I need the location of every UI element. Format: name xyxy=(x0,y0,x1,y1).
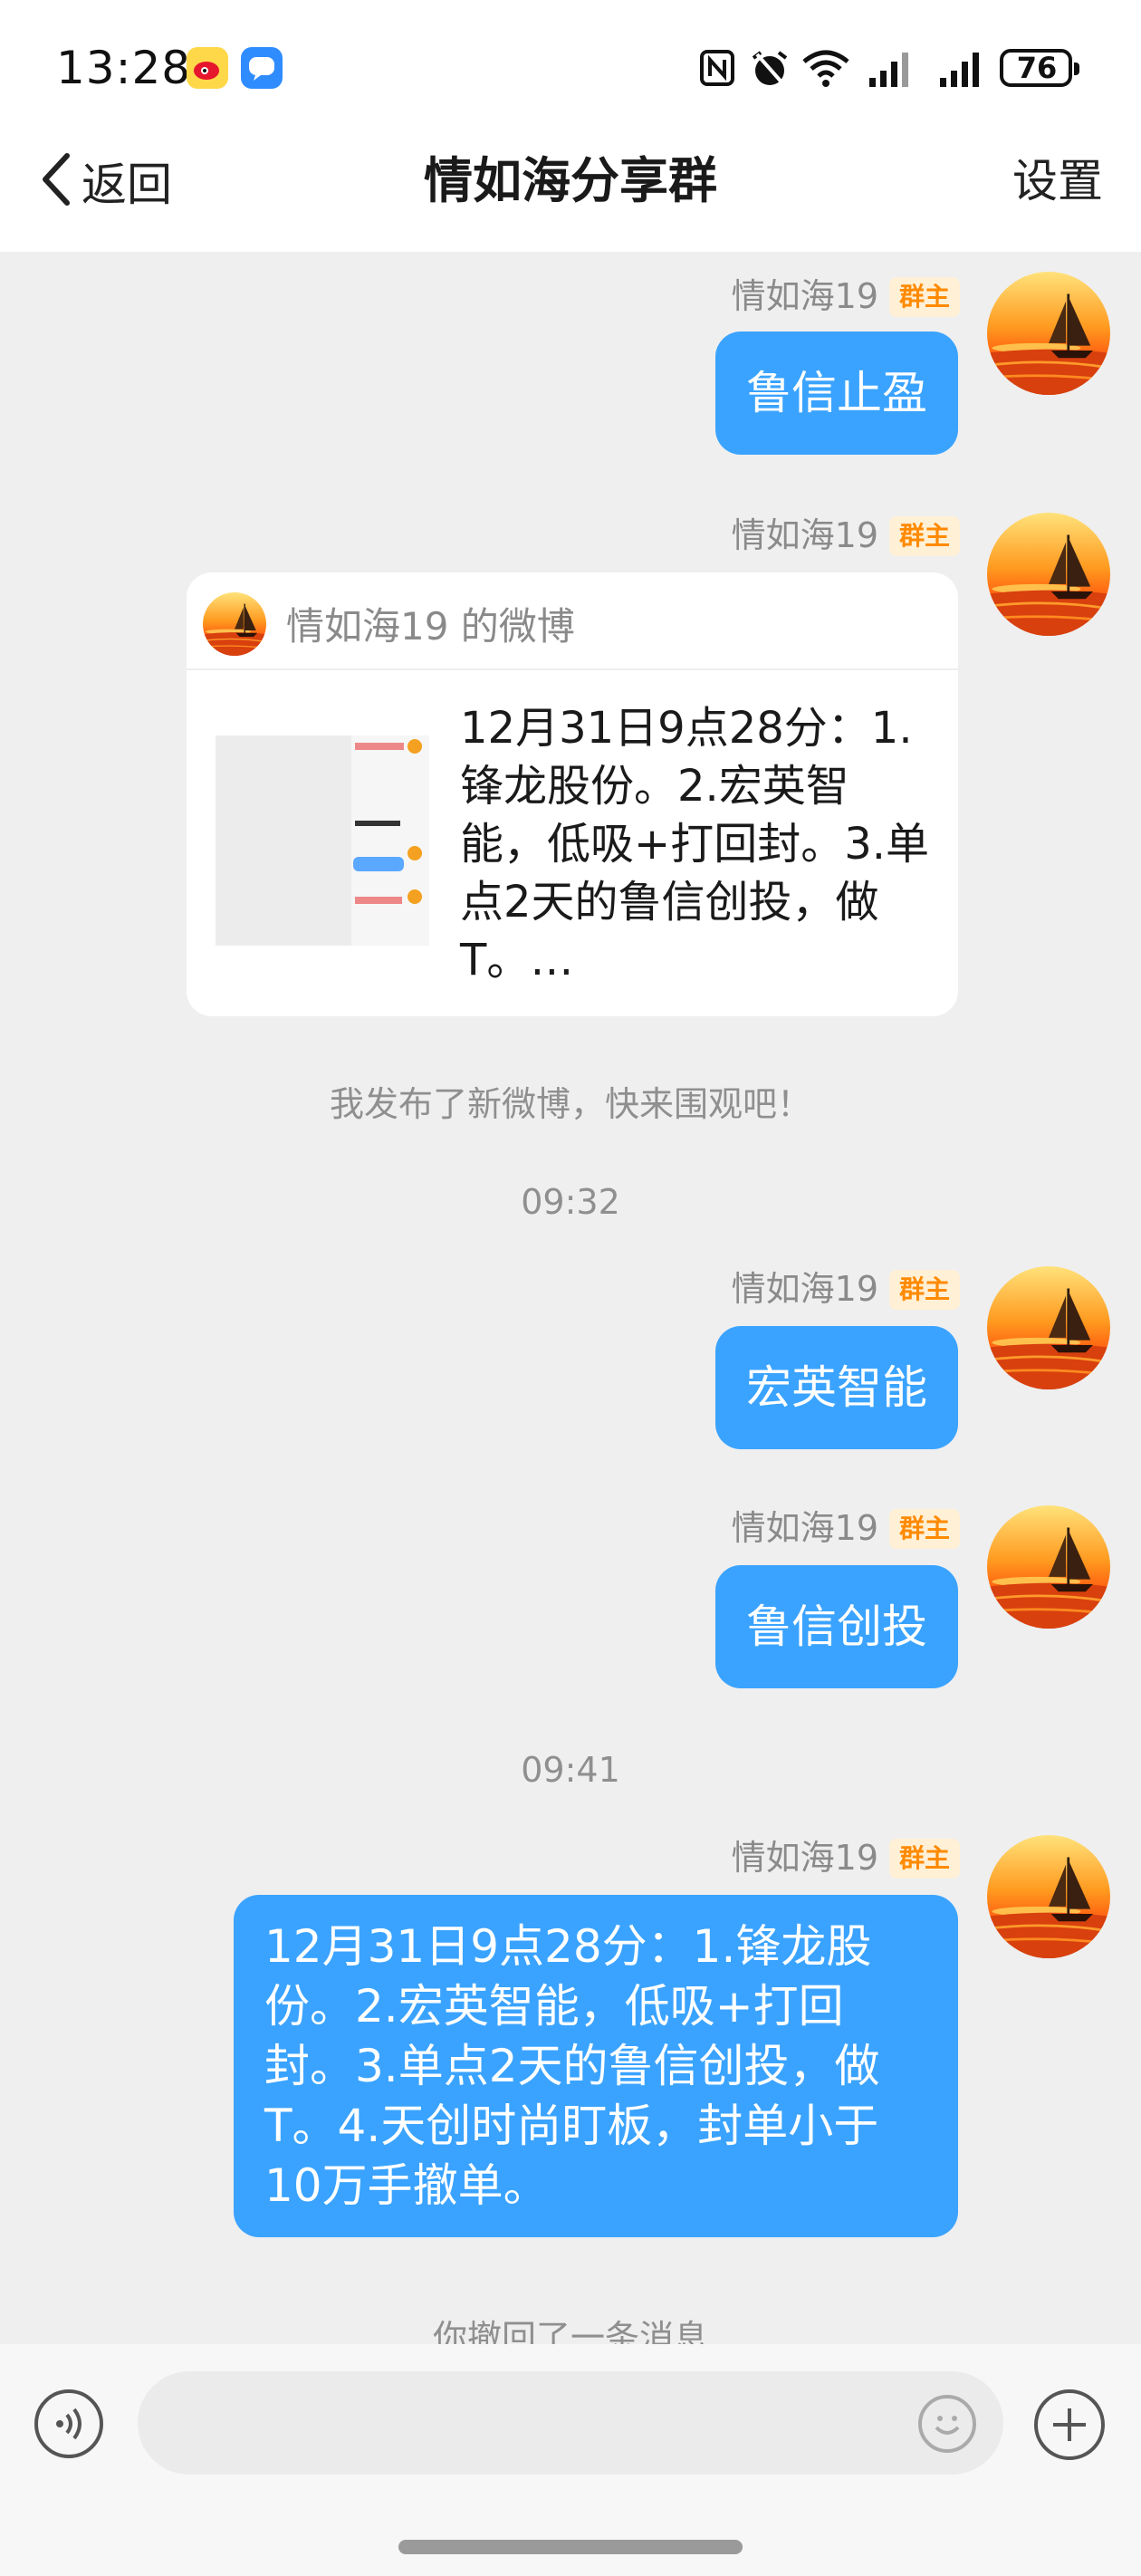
system-message: 我发布了新微博，快来围观吧！ xyxy=(329,1084,811,1124)
settings-button[interactable]: 设置 xyxy=(1012,145,1103,217)
card-text: 12月31日9点28分：1.锋龙股份。2.宏英智能，低吸+打回封。3.单点2天的… xyxy=(460,703,930,985)
avatar[interactable] xyxy=(987,1266,1110,1389)
weibo-icon xyxy=(187,47,228,89)
avatar[interactable] xyxy=(987,1835,1110,1958)
sender-name: 情如海19 xyxy=(731,1508,878,1548)
message-bubble[interactable]: 鲁信创投 xyxy=(715,1565,958,1688)
alarm-icon xyxy=(750,49,790,92)
timestamp: 09:32 xyxy=(521,1182,620,1222)
signal-icon xyxy=(938,49,987,92)
sender-name: 情如海19 xyxy=(731,1269,878,1309)
card-thumbnail xyxy=(216,735,429,946)
emoji-button[interactable] xyxy=(918,2395,976,2453)
battery-indicator: 76 xyxy=(1000,49,1079,87)
signal-icon xyxy=(868,49,916,92)
message-bubble[interactable]: 12月31日9点28分：1.锋龙股份。2.宏英智能，低吸+打回封。3.单点2天的… xyxy=(234,1895,958,2237)
avatar[interactable] xyxy=(987,513,1110,636)
avatar xyxy=(203,592,266,656)
message-bubble[interactable]: 宏英智能 xyxy=(715,1326,958,1449)
sender-name: 情如海19 xyxy=(731,515,878,555)
owner-badge: 群主 xyxy=(889,1839,960,1879)
owner-badge: 群主 xyxy=(889,1270,960,1310)
battery-level: 76 xyxy=(1016,51,1058,85)
owner-badge: 群主 xyxy=(889,516,960,556)
add-button[interactable] xyxy=(1034,2389,1105,2460)
wifi-icon xyxy=(801,49,851,92)
input-bar xyxy=(0,2344,1141,2576)
timestamp: 09:41 xyxy=(521,1750,620,1790)
message-input[interactable] xyxy=(138,2371,1003,2475)
sender-name: 情如海19 xyxy=(731,276,878,316)
card-header: 情如海19 的微博 xyxy=(187,572,958,670)
avatar[interactable] xyxy=(987,272,1110,395)
weibo-share-card[interactable]: 情如海19 的微博 12月31日9点28分：1.锋龙股份。2.宏英智能，低吸+打… xyxy=(187,572,958,1016)
card-title: 情如海19 的微博 xyxy=(286,604,575,649)
sender-name: 情如海19 xyxy=(731,1838,878,1878)
voice-button[interactable] xyxy=(34,2389,103,2458)
top-bar: 13:28 76 返回 情如海分享群 设置 xyxy=(0,0,1141,252)
page-title: 情如海分享群 xyxy=(424,152,717,209)
message-icon xyxy=(241,47,283,89)
owner-badge: 群主 xyxy=(889,277,960,317)
owner-badge: 群主 xyxy=(889,1509,960,1549)
avatar[interactable] xyxy=(987,1505,1110,1629)
home-indicator[interactable] xyxy=(398,2540,743,2554)
status-time: 13:28 xyxy=(56,42,192,94)
message-bubble[interactable]: 鲁信止盈 xyxy=(715,332,958,455)
nfc-icon xyxy=(699,49,735,91)
